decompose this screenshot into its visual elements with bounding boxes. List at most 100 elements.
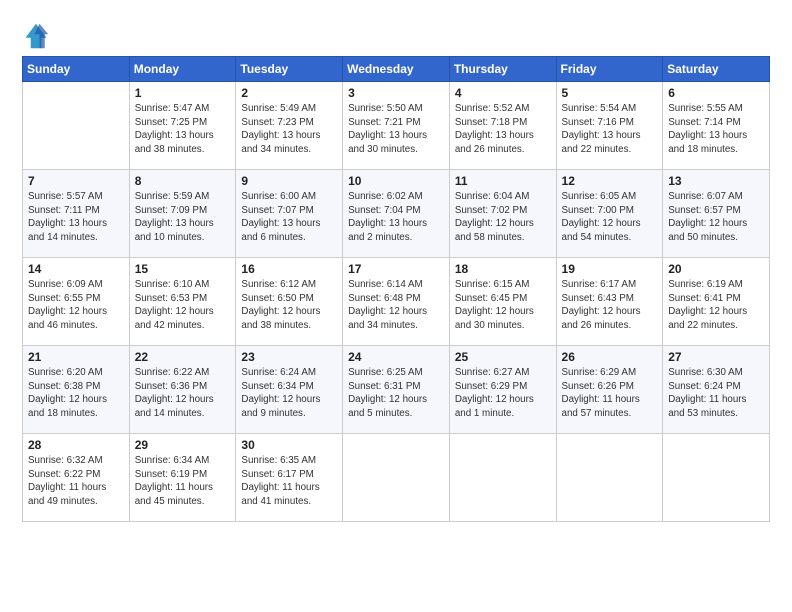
day-info: Sunrise: 6:32 AM Sunset: 6:22 PM Dayligh… xyxy=(28,454,124,509)
day-info: Sunrise: 5:59 AM Sunset: 7:09 PM Dayligh… xyxy=(135,190,231,245)
day-info: Sunrise: 5:54 AM Sunset: 7:16 PM Dayligh… xyxy=(562,102,658,157)
calendar-cell: 9Sunrise: 6:00 AM Sunset: 7:07 PM Daylig… xyxy=(236,170,343,258)
weekday-header-monday: Monday xyxy=(129,57,236,82)
day-info: Sunrise: 6:34 AM Sunset: 6:19 PM Dayligh… xyxy=(135,454,231,509)
calendar-cell xyxy=(23,82,130,170)
calendar-cell: 30Sunrise: 6:35 AM Sunset: 6:17 PM Dayli… xyxy=(236,434,343,522)
calendar-cell xyxy=(556,434,663,522)
day-info: Sunrise: 5:57 AM Sunset: 7:11 PM Dayligh… xyxy=(28,190,124,245)
calendar-cell: 10Sunrise: 6:02 AM Sunset: 7:04 PM Dayli… xyxy=(343,170,450,258)
weekday-header-thursday: Thursday xyxy=(449,57,556,82)
calendar-cell: 27 Sunrise: 6:30 AM Sunset: 6:24 PM Dayli… xyxy=(663,346,770,434)
weekday-header-wednesday: Wednesday xyxy=(343,57,450,82)
calendar-week-row: 7 Sunrise: 5:57 AM Sunset: 7:11 PM Daylig… xyxy=(23,170,770,258)
day-number: 16 xyxy=(241,262,337,276)
day-number: 5 xyxy=(562,86,658,100)
logo-icon xyxy=(22,22,50,50)
page: SundayMondayTuesdayWednesdayThursdayFrid… xyxy=(0,0,792,612)
weekday-header-saturday: Saturday xyxy=(663,57,770,82)
day-number: 18 xyxy=(455,262,551,276)
day-info: Sunrise: 6:09 AM Sunset: 6:55 PM Dayligh… xyxy=(28,278,124,333)
day-info: Sunrise: 6:17 AM Sunset: 6:43 PM Dayligh… xyxy=(562,278,658,333)
day-number: 7 xyxy=(28,174,124,188)
weekday-row: SundayMondayTuesdayWednesdayThursdayFrid… xyxy=(23,57,770,82)
calendar-body: 1Sunrise: 5:47 AM Sunset: 7:25 PM Daylig… xyxy=(23,82,770,522)
day-info: Sunrise: 6:22 AM Sunset: 6:36 PM Dayligh… xyxy=(135,366,231,421)
weekday-header-friday: Friday xyxy=(556,57,663,82)
calendar-cell: 6Sunrise: 5:55 AM Sunset: 7:14 PM Daylig… xyxy=(663,82,770,170)
calendar-cell: 3 Sunrise: 5:50 AM Sunset: 7:21 PM Daylig… xyxy=(343,82,450,170)
header-row xyxy=(22,18,770,50)
day-number: 25 xyxy=(455,350,551,364)
calendar-cell: 23 Sunrise: 6:24 AM Sunset: 6:34 PM Dayli… xyxy=(236,346,343,434)
calendar-cell: 16 Sunrise: 6:12 AM Sunset: 6:50 PM Dayli… xyxy=(236,258,343,346)
day-info: Sunrise: 6:27 AM Sunset: 6:29 PM Dayligh… xyxy=(455,366,551,421)
logo xyxy=(22,22,54,50)
calendar-cell: 24Sunrise: 6:25 AM Sunset: 6:31 PM Dayli… xyxy=(343,346,450,434)
day-number: 14 xyxy=(28,262,124,276)
calendar-cell: 12 Sunrise: 6:05 AM Sunset: 7:00 PM Dayli… xyxy=(556,170,663,258)
calendar-cell: 8 Sunrise: 5:59 AM Sunset: 7:09 PM Daylig… xyxy=(129,170,236,258)
day-number: 9 xyxy=(241,174,337,188)
calendar-cell xyxy=(663,434,770,522)
day-number: 2 xyxy=(241,86,337,100)
day-number: 22 xyxy=(135,350,231,364)
day-info: Sunrise: 6:04 AM Sunset: 7:02 PM Dayligh… xyxy=(455,190,551,245)
calendar-week-row: 1Sunrise: 5:47 AM Sunset: 7:25 PM Daylig… xyxy=(23,82,770,170)
calendar-cell: 25 Sunrise: 6:27 AM Sunset: 6:29 PM Dayli… xyxy=(449,346,556,434)
calendar-cell xyxy=(343,434,450,522)
calendar-cell: 15 Sunrise: 6:10 AM Sunset: 6:53 PM Dayli… xyxy=(129,258,236,346)
day-number: 24 xyxy=(348,350,444,364)
day-info: Sunrise: 5:49 AM Sunset: 7:23 PM Dayligh… xyxy=(241,102,337,157)
calendar-week-row: 28 Sunrise: 6:32 AM Sunset: 6:22 PM Dayli… xyxy=(23,434,770,522)
calendar: SundayMondayTuesdayWednesdayThursdayFrid… xyxy=(22,56,770,522)
calendar-cell: 17Sunrise: 6:14 AM Sunset: 6:48 PM Dayli… xyxy=(343,258,450,346)
calendar-cell: 14 Sunrise: 6:09 AM Sunset: 6:55 PM Dayli… xyxy=(23,258,130,346)
day-info: Sunrise: 6:20 AM Sunset: 6:38 PM Dayligh… xyxy=(28,366,124,421)
calendar-cell: 13 Sunrise: 6:07 AM Sunset: 6:57 PM Dayli… xyxy=(663,170,770,258)
day-number: 19 xyxy=(562,262,658,276)
calendar-cell: 5 Sunrise: 5:54 AM Sunset: 7:16 PM Daylig… xyxy=(556,82,663,170)
weekday-header-tuesday: Tuesday xyxy=(236,57,343,82)
day-number: 6 xyxy=(668,86,764,100)
day-info: Sunrise: 6:10 AM Sunset: 6:53 PM Dayligh… xyxy=(135,278,231,333)
day-number: 15 xyxy=(135,262,231,276)
calendar-header: SundayMondayTuesdayWednesdayThursdayFrid… xyxy=(23,57,770,82)
day-number: 13 xyxy=(668,174,764,188)
day-number: 23 xyxy=(241,350,337,364)
day-number: 27 xyxy=(668,350,764,364)
day-info: Sunrise: 6:14 AM Sunset: 6:48 PM Dayligh… xyxy=(348,278,444,333)
calendar-week-row: 14 Sunrise: 6:09 AM Sunset: 6:55 PM Dayli… xyxy=(23,258,770,346)
calendar-cell: 20Sunrise: 6:19 AM Sunset: 6:41 PM Dayli… xyxy=(663,258,770,346)
day-number: 12 xyxy=(562,174,658,188)
day-number: 21 xyxy=(28,350,124,364)
calendar-cell: 26Sunrise: 6:29 AM Sunset: 6:26 PM Dayli… xyxy=(556,346,663,434)
calendar-cell xyxy=(449,434,556,522)
day-info: Sunrise: 6:07 AM Sunset: 6:57 PM Dayligh… xyxy=(668,190,764,245)
day-info: Sunrise: 6:15 AM Sunset: 6:45 PM Dayligh… xyxy=(455,278,551,333)
day-info: Sunrise: 6:05 AM Sunset: 7:00 PM Dayligh… xyxy=(562,190,658,245)
day-info: Sunrise: 5:50 AM Sunset: 7:21 PM Dayligh… xyxy=(348,102,444,157)
day-number: 28 xyxy=(28,438,124,452)
weekday-header-sunday: Sunday xyxy=(23,57,130,82)
day-number: 20 xyxy=(668,262,764,276)
calendar-cell: 29 Sunrise: 6:34 AM Sunset: 6:19 PM Dayli… xyxy=(129,434,236,522)
day-number: 11 xyxy=(455,174,551,188)
calendar-cell: 22 Sunrise: 6:22 AM Sunset: 6:36 PM Dayli… xyxy=(129,346,236,434)
day-number: 3 xyxy=(348,86,444,100)
calendar-week-row: 21 Sunrise: 6:20 AM Sunset: 6:38 PM Dayli… xyxy=(23,346,770,434)
calendar-cell: 1Sunrise: 5:47 AM Sunset: 7:25 PM Daylig… xyxy=(129,82,236,170)
day-number: 8 xyxy=(135,174,231,188)
day-info: Sunrise: 6:30 AM Sunset: 6:24 PM Dayligh… xyxy=(668,366,764,421)
calendar-cell: 18 Sunrise: 6:15 AM Sunset: 6:45 PM Dayli… xyxy=(449,258,556,346)
day-number: 29 xyxy=(135,438,231,452)
calendar-cell: 11 Sunrise: 6:04 AM Sunset: 7:02 PM Dayli… xyxy=(449,170,556,258)
calendar-cell: 2 Sunrise: 5:49 AM Sunset: 7:23 PM Daylig… xyxy=(236,82,343,170)
day-number: 4 xyxy=(455,86,551,100)
day-info: Sunrise: 6:12 AM Sunset: 6:50 PM Dayligh… xyxy=(241,278,337,333)
day-info: Sunrise: 6:24 AM Sunset: 6:34 PM Dayligh… xyxy=(241,366,337,421)
day-info: Sunrise: 5:52 AM Sunset: 7:18 PM Dayligh… xyxy=(455,102,551,157)
calendar-cell: 28 Sunrise: 6:32 AM Sunset: 6:22 PM Dayli… xyxy=(23,434,130,522)
calendar-cell: 4 Sunrise: 5:52 AM Sunset: 7:18 PM Daylig… xyxy=(449,82,556,170)
day-number: 10 xyxy=(348,174,444,188)
